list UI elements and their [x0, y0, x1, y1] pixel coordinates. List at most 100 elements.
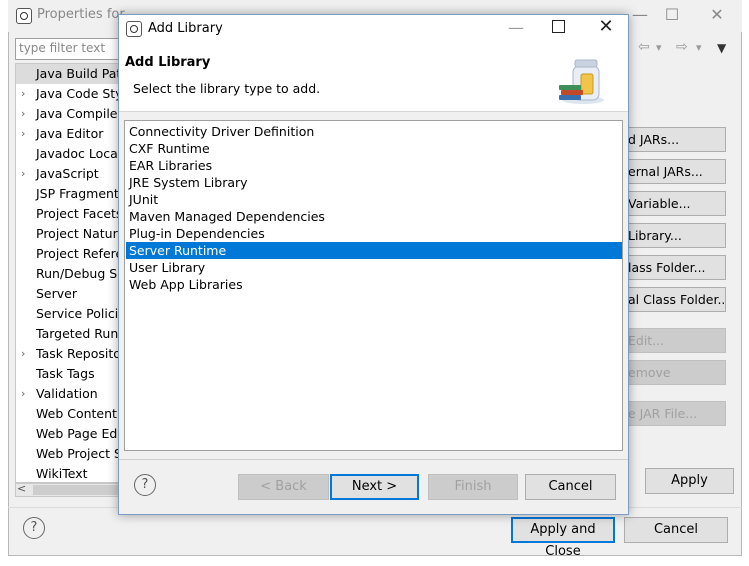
tree-item-label: Project Facets — [36, 206, 121, 221]
side-button[interactable]: lass Folder... — [625, 255, 726, 280]
chevron-right-icon[interactable]: › — [21, 104, 31, 124]
tree-item[interactable]: Javadoc Location — [16, 144, 120, 164]
tree-item-label: Java Editor — [36, 126, 104, 141]
tree-item-label: Java Code Style — [36, 86, 120, 101]
tree-item[interactable]: Project Natures — [16, 224, 120, 244]
tree-item-label: Task Repository — [36, 346, 120, 361]
side-button[interactable]: al Class Folder... — [625, 287, 726, 312]
chevron-right-icon[interactable]: › — [21, 164, 31, 184]
tree-item-label: Run/Debug Settings — [36, 266, 120, 281]
library-jar-icon — [559, 59, 604, 104]
finish-button[interactable]: Finish — [428, 474, 518, 500]
tree-item-label: Server — [36, 286, 77, 301]
tree-item[interactable]: › Java Compiler — [16, 104, 120, 124]
tree-item[interactable]: › Java Code Style — [16, 84, 120, 104]
library-list-item[interactable]: Plug-in Dependencies — [126, 225, 622, 242]
tree-item-label: Validation — [36, 386, 98, 401]
side-button[interactable]: Edit... — [625, 328, 726, 353]
tree-item[interactable]: Java Build Path — [16, 64, 120, 84]
tree-item[interactable]: JSP Fragment — [16, 184, 120, 204]
dialog-close-icon[interactable]: ✕ — [596, 16, 616, 37]
tree-item[interactable]: › Validation — [16, 384, 120, 404]
tree-item-label: Web Project Settings — [36, 446, 120, 461]
library-list-item[interactable]: JRE System Library — [126, 174, 622, 191]
side-button[interactable]: ernal JARs... — [625, 159, 726, 184]
chevron-right-icon[interactable]: › — [21, 344, 31, 364]
side-button[interactable]: emove — [625, 360, 726, 385]
tree-item-label: Java Build Path — [36, 66, 121, 81]
library-type-list[interactable]: Connectivity Driver Definition CXF Runtim… — [124, 120, 623, 451]
cancel-button[interactable]: Cancel — [624, 517, 728, 543]
chevron-right-icon[interactable]: › — [21, 84, 31, 104]
scroll-left-icon[interactable]: < — [17, 482, 26, 495]
navigation-bar: ⇦ ▾ ⇨ ▾ ▼ — [633, 38, 743, 60]
tree-item[interactable]: WikiText — [16, 464, 120, 482]
side-button[interactable]: d JARs... — [625, 127, 726, 152]
tree-item[interactable]: Service Policies — [16, 304, 120, 324]
dialog-heading: Add Library — [125, 55, 211, 70]
tree-item-label: Targeted Runtimes — [36, 326, 121, 341]
dialog-description: Select the library type to add. — [133, 81, 321, 96]
chevron-right-icon[interactable]: › — [21, 384, 31, 404]
help-icon[interactable]: ? — [23, 517, 45, 539]
maximize-icon[interactable]: ☐ — [662, 5, 682, 24]
back-arrow-icon[interactable]: ⇦ — [638, 39, 650, 55]
tree-item-label: Task Tags — [36, 366, 95, 381]
tree-item[interactable]: › Java Editor — [16, 124, 120, 144]
library-list-item[interactable]: EAR Libraries — [126, 157, 622, 174]
dialog-minimize-icon: — — [508, 18, 524, 37]
forward-arrow-icon[interactable]: ⇨ — [676, 39, 688, 55]
apply-button[interactable]: Apply — [645, 468, 734, 494]
apply-and-close-button[interactable]: Apply and Close — [511, 517, 615, 559]
properties-title: Properties for — [37, 7, 125, 22]
tree-item-label: Web Page Editor — [36, 426, 121, 441]
library-list-item[interactable]: Server Runtime — [126, 242, 622, 259]
eclipse-window-icon — [16, 8, 32, 24]
library-list-item[interactable]: JUnit — [126, 191, 622, 208]
library-list-item[interactable]: Maven Managed Dependencies — [126, 208, 622, 225]
view-menu-icon[interactable]: ▼ — [717, 41, 726, 55]
tree-item[interactable]: Project References — [16, 244, 120, 264]
tree-item-label: Web Content Settings — [36, 406, 120, 421]
filter-input[interactable]: type filter text — [15, 38, 121, 60]
tree-item[interactable]: Server — [16, 284, 120, 304]
eclipse-dialog-icon — [126, 21, 142, 37]
tree-item-label: Java Compiler — [36, 106, 121, 121]
chevron-right-icon[interactable]: › — [21, 124, 31, 144]
tree-item-label: Project References — [36, 246, 120, 261]
tree-item[interactable]: Targeted Runtimes — [16, 324, 120, 344]
back-menu-icon[interactable]: ▾ — [656, 41, 662, 54]
side-button[interactable]: Library... — [625, 223, 726, 248]
back-button[interactable]: < Back — [238, 474, 329, 500]
forward-menu-icon[interactable]: ▾ — [696, 41, 702, 54]
minimize-icon[interactable]: — — [630, 5, 650, 24]
dialog-cancel-button[interactable]: Cancel — [525, 474, 616, 500]
library-list-item[interactable]: Connectivity Driver Definition — [126, 123, 622, 140]
tree-item[interactable]: Run/Debug Settings — [16, 264, 120, 284]
library-list-item[interactable]: Web App Libraries — [126, 276, 622, 293]
tree-item[interactable]: Web Page Editor — [16, 424, 120, 444]
tree-item-label: WikiText — [36, 466, 88, 481]
tree-item-label: JSP Fragment — [36, 186, 119, 201]
dialog-title: Add Library — [148, 21, 223, 36]
tree-item-label: JavaScript — [36, 166, 99, 181]
tree-item[interactable]: Web Content Settings — [16, 404, 120, 424]
property-page-tree: Java Build Path › Java Code Style › Java Com… — [15, 63, 121, 483]
side-button[interactable]: e JAR File... — [625, 401, 726, 426]
side-button[interactable]: Variable... — [625, 191, 726, 216]
tree-item-label: Service Policies — [36, 306, 120, 321]
tree-item[interactable]: › JavaScript — [16, 164, 120, 184]
next-button[interactable]: Next > — [330, 474, 419, 500]
library-list-item[interactable]: CXF Runtime — [126, 140, 622, 157]
tree-item[interactable]: Task Tags — [16, 364, 120, 384]
tree-item[interactable]: Web Project Settings — [16, 444, 120, 464]
tree-item-label: Javadoc Location — [36, 146, 120, 161]
tree-item[interactable]: › Task Repository — [16, 344, 120, 364]
dialog-help-icon[interactable]: ? — [134, 474, 156, 496]
library-list-item[interactable]: User Library — [126, 259, 622, 276]
close-icon[interactable]: ✕ — [706, 5, 728, 24]
dialog-separator — [119, 459, 628, 460]
scrollbar-thumb[interactable] — [33, 485, 119, 495]
tree-item[interactable]: Project Facets — [16, 204, 120, 224]
dialog-maximize-icon[interactable] — [552, 20, 565, 33]
